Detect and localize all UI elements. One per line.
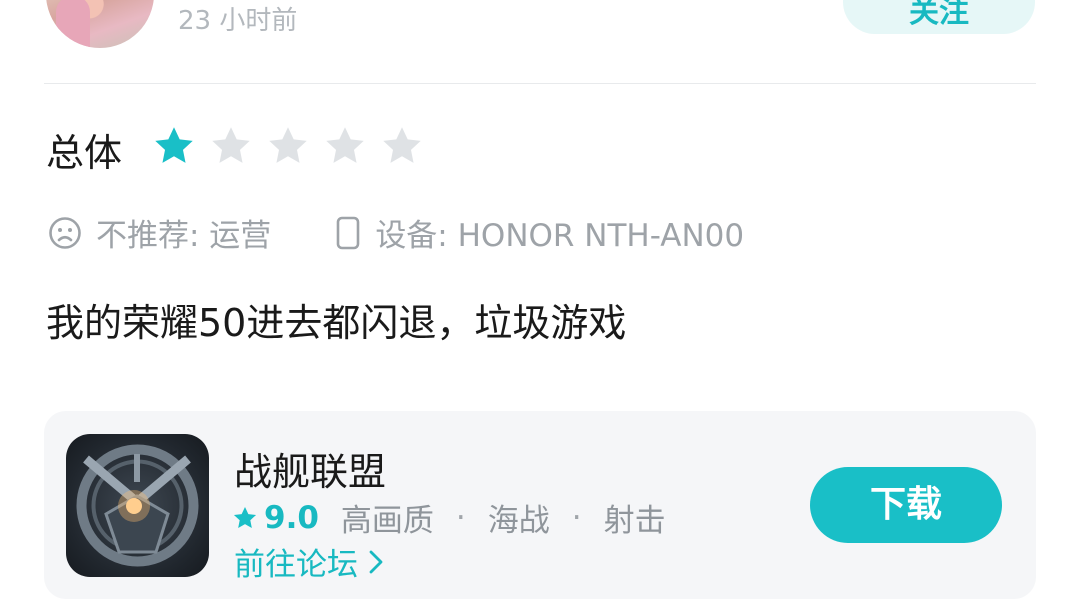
star-icon [326,127,364,163]
review-content: 我的荣耀50进去都闪退，垃圾游戏 [46,301,627,345]
app-tag: 射击 [603,503,666,539]
tag-separator: · [455,499,466,536]
review-tags: 不推荐: 运营 设备: HONOR NTH-AN00 [48,210,744,255]
app-card[interactable]: 战舰联盟 9.0 高画质 · 海战 · 射击 前往论坛 下载 [44,411,1036,599]
overall-label: 总体 [46,131,123,175]
chevron-right-icon [369,550,383,573]
app-tag: 高画质 [340,503,434,539]
download-button[interactable]: 下载 [810,467,1002,543]
app-name[interactable]: 战舰联盟 [234,441,386,496]
recommend-tag: 不推荐: 运营 [48,210,271,255]
review-time: 23 小时前 [178,6,298,36]
tag-separator: · [571,499,582,536]
forum-link-label: 前往论坛 [234,547,358,583]
star-rating [152,124,424,168]
reviewer-avatar[interactable] [46,0,154,48]
star-icon [233,506,257,528]
app-rating: 9.0 [264,499,319,536]
sad-face-icon [49,216,81,249]
star-icon [383,127,421,163]
app-meta: 9.0 高画质 · 海战 · 射击 [232,495,666,540]
star-icon [269,127,307,163]
app-icon[interactable] [66,434,209,577]
star-icon [155,127,193,163]
star-icon [212,127,250,163]
divider [44,83,1036,84]
follow-button[interactable]: 关注 [843,0,1035,34]
device-tag: 设备: HONOR NTH-AN00 [335,210,744,255]
phone-icon [337,216,360,249]
recommend-tag-text: 不推荐: 运营 [96,218,272,254]
forum-link[interactable]: 前往论坛 [234,539,384,584]
device-tag-text: 设备: HONOR NTH-AN00 [375,218,745,254]
app-tag: 海战 [487,503,550,539]
